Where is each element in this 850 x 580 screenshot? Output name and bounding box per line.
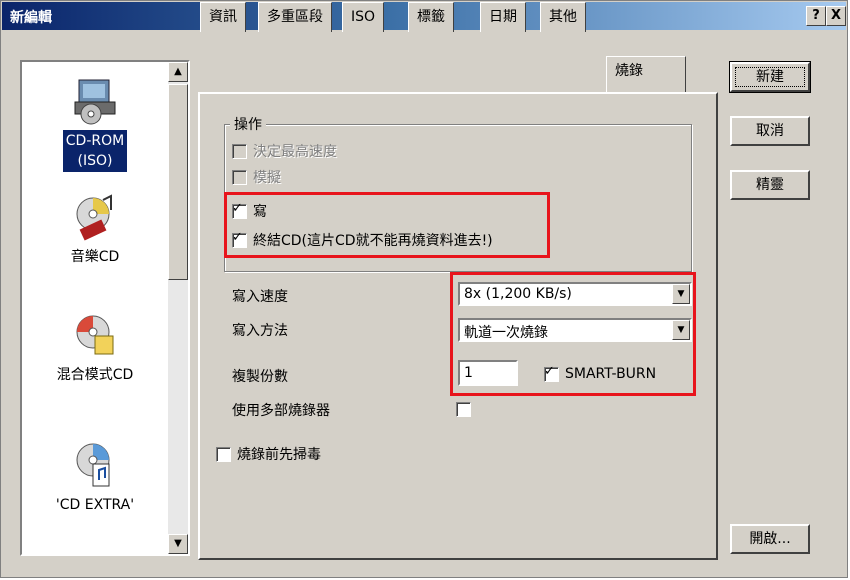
virus-scan-checkbox[interactable]: 燒錄前先掃毒 <box>216 444 321 464</box>
music-cd-icon <box>76 194 112 241</box>
write-speed-label: 寫入速度 <box>232 289 288 305</box>
checkmark-icon: ✓ <box>544 363 555 379</box>
scrollbar-thumb[interactable] <box>168 84 188 280</box>
wizard-button[interactable]: 精靈 <box>730 170 810 200</box>
checkbox-box: ✓ <box>232 229 247 248</box>
smart-burn-checkbox[interactable]: ✓ SMART-BURN <box>544 363 657 382</box>
dropdown-arrow-icon[interactable]: ▼ <box>672 284 690 304</box>
icon-list-scrollbar[interactable]: ▲ ▼ <box>168 62 188 554</box>
list-item-label: CD-ROM (ISO) <box>62 130 128 172</box>
scroll-up-icon[interactable]: ▲ <box>168 62 188 82</box>
checkbox-label: 燒錄前先掃毒 <box>237 447 321 463</box>
simulate-checkbox[interactable]: 模擬 <box>232 167 281 187</box>
checkbox-box <box>232 169 247 185</box>
checkbox-label: 寫 <box>253 204 267 220</box>
focus-rect <box>735 67 805 87</box>
cancel-button[interactable]: 取消 <box>730 116 810 146</box>
checkbox-box: ✓ <box>544 363 559 382</box>
list-item-label: 'CD EXTRA' <box>55 497 135 513</box>
scroll-down-icon[interactable]: ▼ <box>168 534 188 554</box>
write-speed-value: 8x (1,200 KB/s) <box>464 286 572 302</box>
checkbox-box: ✓ <box>232 200 247 219</box>
list-item-label: 混合模式CD <box>56 367 134 383</box>
copies-value: 1 <box>464 365 473 381</box>
dropdown-arrow-icon[interactable]: ▼ <box>672 320 690 340</box>
write-method-value: 軌道一次燒錄 <box>464 325 548 341</box>
write-speed-select[interactable]: 8x (1,200 KB/s) ▼ <box>458 282 692 306</box>
checkmark-icon: ✓ <box>232 200 243 216</box>
list-item-music-cd[interactable]: 音樂CD <box>22 192 168 268</box>
cd-rom-icon <box>74 79 116 125</box>
tab-iso[interactable]: ISO <box>342 2 385 32</box>
checkbox-label: 決定最高速度 <box>253 144 337 160</box>
write-checkbox[interactable]: ✓ 寫 <box>232 201 267 221</box>
window-title: 新編輯 <box>10 10 52 26</box>
copies-label: 複製份數 <box>232 369 288 385</box>
open-button-label: 開啟... <box>749 531 791 547</box>
compilation-type-list[interactable]: CD-ROM (ISO) 音樂CD 混合模式CD 'CD EXTRA' ▲ ▼ <box>20 60 190 556</box>
cd-extra-icon <box>76 443 110 487</box>
mixed-mode-cd-icon <box>76 315 114 355</box>
checkbox-box <box>232 143 247 159</box>
tab-burn[interactable]: 燒錄 <box>606 56 686 92</box>
list-item-label: 音樂CD <box>70 249 120 265</box>
copies-input[interactable]: 1 <box>458 360 518 386</box>
cancel-button-label: 取消 <box>756 123 784 139</box>
finalize-cd-checkbox[interactable]: ✓ 終結CD(這片CD就不能再燒資料進去!) <box>232 230 493 250</box>
operation-group-title: 操作 <box>230 114 266 134</box>
determine-max-speed-checkbox[interactable]: 決定最高速度 <box>232 141 337 161</box>
multi-recorder-label: 使用多部燒錄器 <box>232 403 330 419</box>
help-button[interactable]: ? <box>806 6 826 26</box>
checkbox-label: 終結CD(這片CD就不能再燒資料進去!) <box>253 233 493 249</box>
write-method-label: 寫入方法 <box>232 323 288 339</box>
checkbox-label: SMART-BURN <box>565 366 657 382</box>
tab-misc[interactable]: 其他 <box>540 2 586 32</box>
list-item-mixed-mode-cd[interactable]: 混合模式CD <box>22 310 168 386</box>
tab-date[interactable]: 日期 <box>480 2 526 32</box>
tab-info[interactable]: 資訊 <box>200 2 246 32</box>
checkbox-box <box>456 402 471 417</box>
multi-recorder-checkbox[interactable] <box>456 402 477 417</box>
list-item-cd-extra[interactable]: 'CD EXTRA' <box>22 440 168 516</box>
write-method-select[interactable]: 軌道一次燒錄 ▼ <box>458 318 692 342</box>
tab-label[interactable]: 標籤 <box>408 2 454 32</box>
new-button[interactable]: 新建 <box>729 61 811 93</box>
checkbox-label: 模擬 <box>253 170 281 186</box>
list-item-cd-rom-iso[interactable]: CD-ROM (ISO) <box>22 76 168 172</box>
wizard-button-label: 精靈 <box>756 177 784 193</box>
close-button[interactable]: X <box>826 6 846 26</box>
open-button[interactable]: 開啟... <box>730 524 810 554</box>
checkmark-icon: ✓ <box>232 229 243 245</box>
tab-multisession[interactable]: 多重區段 <box>258 2 332 32</box>
checkbox-box <box>216 446 231 462</box>
